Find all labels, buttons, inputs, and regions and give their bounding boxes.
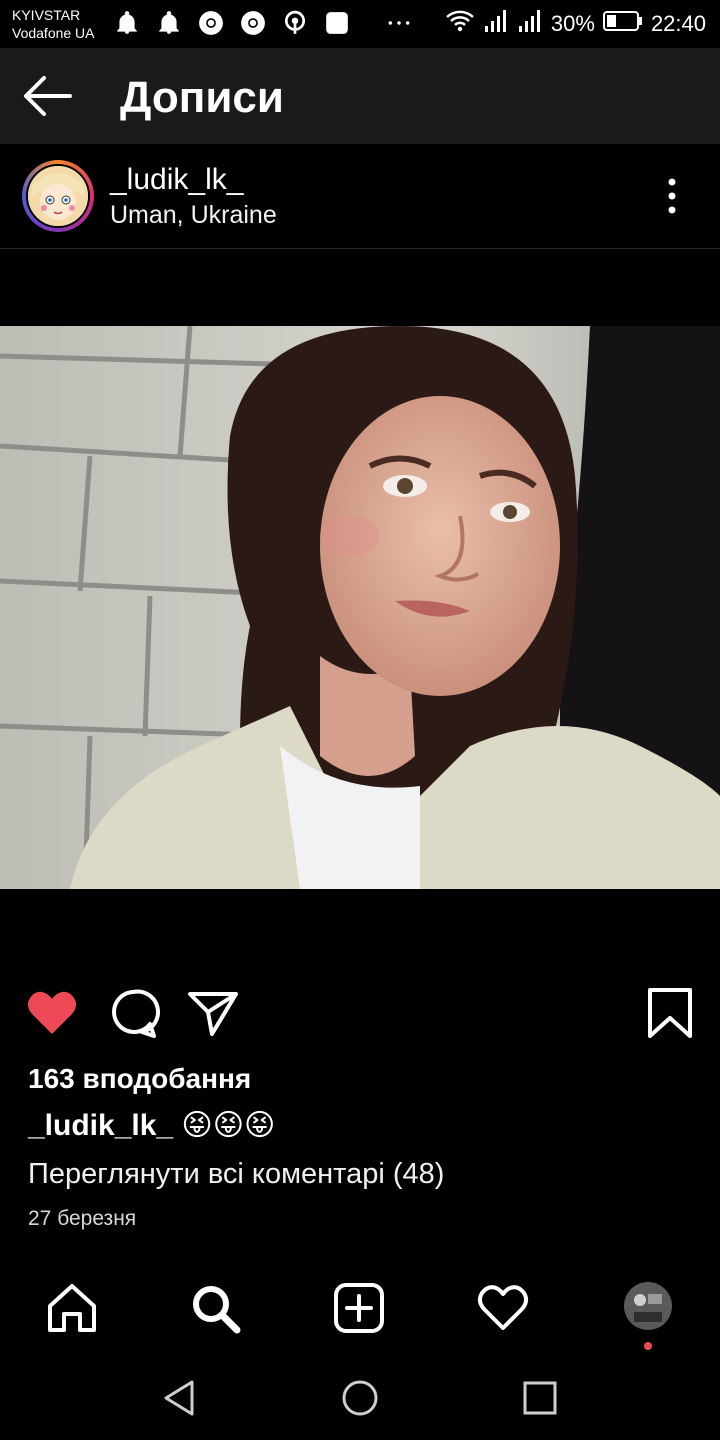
carrier-2: Vodafone UA <box>12 25 95 41</box>
bell-icon <box>112 8 142 38</box>
system-nav-bar <box>0 1356 720 1440</box>
nav-home-icon[interactable] <box>338 1376 382 1420</box>
bookmark-icon[interactable] <box>644 986 698 1040</box>
post-actions <box>0 986 720 1046</box>
hotspot-icon <box>280 8 310 38</box>
bell-icon <box>154 8 184 38</box>
clock: 22:40 <box>650 11 706 36</box>
app-notification-icon <box>322 8 352 38</box>
nav-recents-icon[interactable] <box>518 1376 562 1420</box>
post-location[interactable]: Uman, Ukraine <box>110 200 277 230</box>
new-post-plus-icon[interactable] <box>331 1280 387 1336</box>
post-username[interactable]: _ludik_lk_ <box>110 162 243 198</box>
carrier-info: KYIVSTAR Vodafone UA <box>12 6 95 42</box>
activity-heart-icon[interactable] <box>475 1280 531 1336</box>
more-options-icon[interactable] <box>652 172 692 220</box>
post-photo[interactable] <box>0 326 720 889</box>
home-icon[interactable] <box>44 1280 100 1336</box>
post-header: _ludik_lk_ Uman, Ukraine <box>0 144 720 249</box>
chrome-icon <box>196 8 226 38</box>
chrome-icon <box>238 8 268 38</box>
battery-icon <box>602 10 643 38</box>
status-right: 30% 22:40 <box>445 8 706 40</box>
signal-icon <box>483 8 509 40</box>
caption-text: 😝😝😝 <box>181 1109 276 1142</box>
status-bar: KYIVSTAR Vodafone UA 30% 22:40 <box>0 0 720 48</box>
app-bar: Дописи <box>0 48 720 144</box>
page-title: Дописи <box>120 73 284 122</box>
search-icon[interactable] <box>187 1280 243 1336</box>
view-all-comments-link[interactable]: Переглянути всі коментарі (48) <box>28 1156 444 1192</box>
caption-username[interactable]: _ludik_lk_ <box>28 1109 173 1142</box>
likes-count[interactable]: 163 вподобання <box>28 1062 251 1096</box>
bottom-tab-bar <box>0 1266 720 1356</box>
comment-icon[interactable] <box>106 986 160 1040</box>
signal-icon <box>517 8 543 40</box>
more-notifications-icon <box>384 8 414 38</box>
carrier-1: KYIVSTAR <box>12 7 81 23</box>
battery-percent: 30% <box>550 11 595 36</box>
notification-icons <box>112 8 414 38</box>
like-heart-icon[interactable] <box>25 986 79 1040</box>
wifi-icon <box>445 8 475 40</box>
avatar-image <box>26 164 90 228</box>
share-send-icon[interactable] <box>186 986 240 1040</box>
avatar[interactable] <box>22 160 94 232</box>
post-date: 27 березня <box>28 1207 137 1230</box>
nav-back-icon[interactable] <box>158 1376 202 1420</box>
profile-avatar-icon[interactable] <box>620 1280 676 1350</box>
post-caption: _ludik_lk_ 😝😝😝 <box>28 1106 275 1146</box>
back-arrow-icon[interactable] <box>20 74 74 118</box>
